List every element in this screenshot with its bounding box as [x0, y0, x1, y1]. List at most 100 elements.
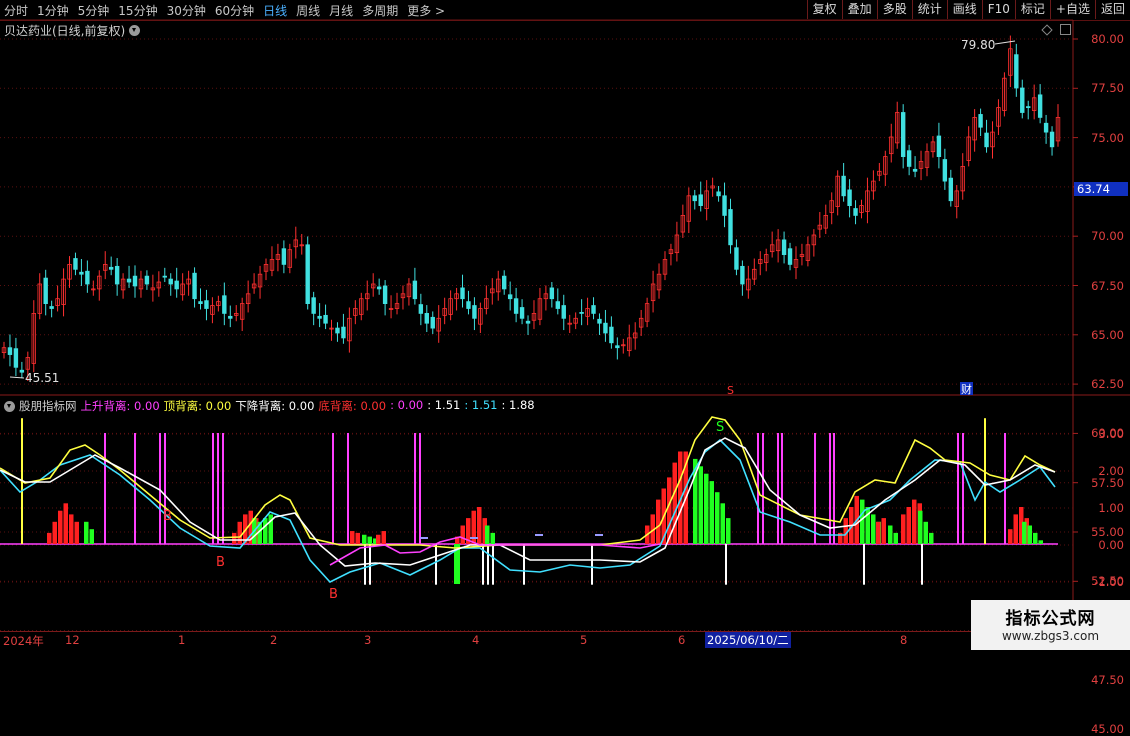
candle-body [841, 175, 846, 197]
candle-body [787, 248, 793, 265]
low-label: 45.51 [25, 371, 59, 385]
candle-body [912, 168, 918, 172]
candle-body [311, 297, 316, 314]
histogram-bar [232, 532, 237, 544]
candle-body [228, 315, 233, 319]
chevron-down-icon[interactable] [4, 400, 15, 412]
legend-item: : 1.51 [464, 398, 498, 412]
date-tick: 2 [270, 633, 278, 647]
histogram-bar [69, 514, 74, 544]
candle-body [144, 275, 150, 285]
candle-body [204, 300, 209, 309]
last-price-tag: 63.74 [1074, 182, 1128, 196]
histogram-bar [89, 529, 94, 544]
date-tick: 6 [678, 633, 686, 647]
indicator-tick: 0.00 [1098, 538, 1124, 552]
indicator-tick: 3.00 [1098, 427, 1124, 441]
candle-body [579, 312, 584, 314]
histogram-bar [720, 503, 725, 544]
candle-body [168, 278, 173, 285]
candle-body [603, 322, 608, 334]
histogram-bar [726, 518, 731, 544]
candle-body [19, 369, 25, 373]
candle-body [597, 318, 602, 324]
candle-body [609, 326, 614, 344]
date-tick: 5 [580, 633, 588, 647]
price-tick: 67.50 [1091, 278, 1124, 293]
signal-marker: B [329, 587, 338, 602]
date-tick: 1 [178, 633, 186, 647]
candle-body [948, 177, 954, 202]
candle-body [466, 301, 471, 309]
candle-body [472, 305, 477, 319]
candle-body [502, 275, 507, 290]
candle-body [734, 247, 739, 270]
histogram-bar [84, 521, 89, 544]
histogram-bar [362, 534, 367, 544]
candle-body [728, 209, 733, 246]
signal-marker: S [716, 420, 724, 435]
candle-body [906, 150, 912, 167]
candle-body [853, 208, 858, 216]
legend-item: : 1.88 [501, 398, 535, 412]
histogram-bar [672, 462, 677, 544]
histogram-bar [74, 521, 79, 544]
cai-marker: 财 [961, 382, 972, 396]
price-tick: 47.50 [1091, 672, 1124, 687]
price-tick: 77.50 [1091, 81, 1124, 96]
price-tick: 62.50 [1091, 377, 1124, 392]
histogram-bar [471, 510, 476, 544]
date-highlight: 2025/06/10/二 [705, 632, 791, 648]
candle-body [561, 305, 566, 319]
legend-item: 顶背离: 0.00 [163, 399, 232, 413]
candlestick-series [1, 35, 1061, 382]
histogram-bar [490, 532, 495, 544]
histogram-bar [367, 536, 372, 544]
histogram-bar [1038, 540, 1043, 544]
histogram-bar [1033, 532, 1038, 544]
candle-body [1026, 106, 1031, 109]
histogram-bar [355, 532, 360, 544]
candle-body [7, 347, 13, 355]
candle-body [936, 135, 942, 158]
price-tick: 75.00 [1091, 130, 1124, 145]
candle-body [1049, 131, 1055, 148]
price-tick: 80.00 [1091, 32, 1124, 46]
histogram-bar [918, 510, 923, 544]
price-tick: 55.00 [1091, 525, 1124, 539]
high-arrow [994, 40, 1016, 45]
candle-body [1020, 87, 1025, 113]
candle-body [13, 348, 19, 368]
histogram-bar [901, 514, 906, 544]
candle-body [555, 301, 560, 309]
candle-body [317, 315, 322, 319]
indicator-tick: 1.00 [1098, 501, 1124, 515]
candle-body [1014, 54, 1019, 89]
candle-body [132, 275, 138, 287]
candle-body [519, 307, 525, 319]
candle-body [281, 248, 287, 265]
signal-marker: B [163, 509, 172, 524]
candle-body [716, 191, 721, 197]
legend-item: 上升背离: 0.00 [80, 399, 160, 413]
price-tick: 70.00 [1091, 229, 1124, 244]
candle-body [507, 294, 513, 300]
histogram-bar [47, 532, 52, 544]
watermark-url: www.zbgs3.com [1001, 629, 1100, 643]
histogram-bar [656, 499, 661, 544]
histogram-bar [460, 525, 465, 544]
histogram-bar [876, 521, 881, 544]
indicator-legend: 股朋指标网 上升背离: 0.00 顶背离: 0.00 下降背离: 0.00 底背离: … [4, 398, 543, 414]
candle-body [79, 271, 84, 275]
candle-body [740, 265, 745, 285]
candle-body [722, 195, 727, 216]
chart-area[interactable]: B B B S 79.80 45.51 S 财 [0, 0, 1130, 650]
legend-item: : 0.00 [390, 398, 424, 412]
candle-body [1037, 94, 1043, 118]
histogram-bar [888, 525, 893, 544]
candle-body [323, 314, 328, 324]
candle-body [525, 320, 531, 324]
candle-body [430, 316, 435, 329]
histogram-bar [1013, 514, 1018, 544]
candle-body [942, 159, 948, 182]
